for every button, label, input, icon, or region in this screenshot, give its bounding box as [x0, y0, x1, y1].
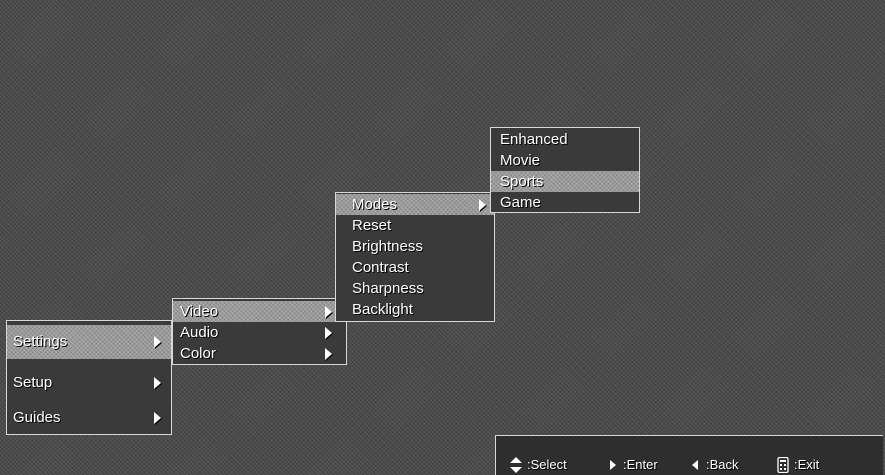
menu-item-game[interactable]: Game — [491, 192, 639, 213]
menu-item-label: Reset — [352, 217, 392, 234]
menu-item-label: Guides — [13, 409, 61, 426]
menu-item-settings[interactable]: Settings — [7, 325, 171, 359]
menu-item-contrast[interactable]: Contrast — [336, 257, 494, 278]
menu-item-label: Enhanced — [500, 131, 568, 148]
settings-submenu: Video Audio Color — [172, 298, 347, 365]
menu-item-label: Color — [180, 345, 216, 362]
menu-item-label: Backlight — [352, 301, 413, 318]
chevron-right-icon — [479, 198, 486, 211]
remote-icon — [777, 457, 789, 473]
menu-item-label: Sharpness — [352, 280, 424, 297]
menu-item-setup[interactable]: Setup — [7, 366, 171, 400]
chevron-right-icon — [325, 326, 332, 339]
hint-select-label: :Select — [527, 457, 567, 472]
chevron-right-icon — [325, 347, 332, 360]
menu-item-enhanced[interactable]: Enhanced — [491, 129, 639, 150]
menu-item-backlight[interactable]: Backlight — [336, 299, 494, 320]
chevron-right-icon — [154, 377, 161, 389]
help-bar: :Select :Enter :Back :Exit — [495, 435, 883, 475]
menu-item-reset[interactable]: Reset — [336, 215, 494, 236]
hint-exit-label: :Exit — [794, 457, 820, 472]
hint-enter-label: :Enter — [623, 457, 658, 472]
chevron-right-icon — [325, 305, 332, 318]
video-submenu: Modes Reset Brightness Contrast Sharpnes… — [335, 192, 495, 322]
up-down-arrow-icon — [510, 457, 522, 473]
menu-item-color[interactable]: Color — [173, 343, 346, 364]
left-arrow-icon — [692, 460, 698, 470]
menu-item-brightness[interactable]: Brightness — [336, 236, 494, 257]
menu-item-label: Game — [500, 194, 541, 211]
menu-item-label: Contrast — [352, 259, 409, 276]
menu-item-sports[interactable]: Sports — [491, 171, 639, 192]
menu-item-label: Settings — [13, 333, 68, 350]
main-menu: Settings Setup Guides — [6, 320, 172, 435]
menu-item-audio[interactable]: Audio — [173, 322, 346, 343]
menu-item-label: Setup — [13, 374, 53, 391]
menu-item-video[interactable]: Video — [173, 301, 346, 322]
menu-item-modes[interactable]: Modes — [336, 194, 494, 215]
menu-item-label: Movie — [500, 152, 541, 169]
menu-item-movie[interactable]: Movie — [491, 150, 639, 171]
modes-submenu: Enhanced Movie Sports Game — [490, 127, 640, 213]
chevron-right-icon — [154, 336, 161, 348]
chevron-right-icon — [154, 412, 161, 424]
menu-item-label: Modes — [352, 196, 398, 213]
hint-back-label: :Back — [706, 457, 739, 472]
menu-item-guides[interactable]: Guides — [7, 401, 171, 435]
right-arrow-icon — [610, 460, 616, 470]
menu-item-label: Brightness — [352, 238, 423, 255]
menu-item-sharpness[interactable]: Sharpness — [336, 278, 494, 299]
menu-item-label: Audio — [180, 324, 219, 341]
menu-item-label: Video — [180, 303, 219, 320]
menu-item-label: Sports — [500, 173, 544, 190]
